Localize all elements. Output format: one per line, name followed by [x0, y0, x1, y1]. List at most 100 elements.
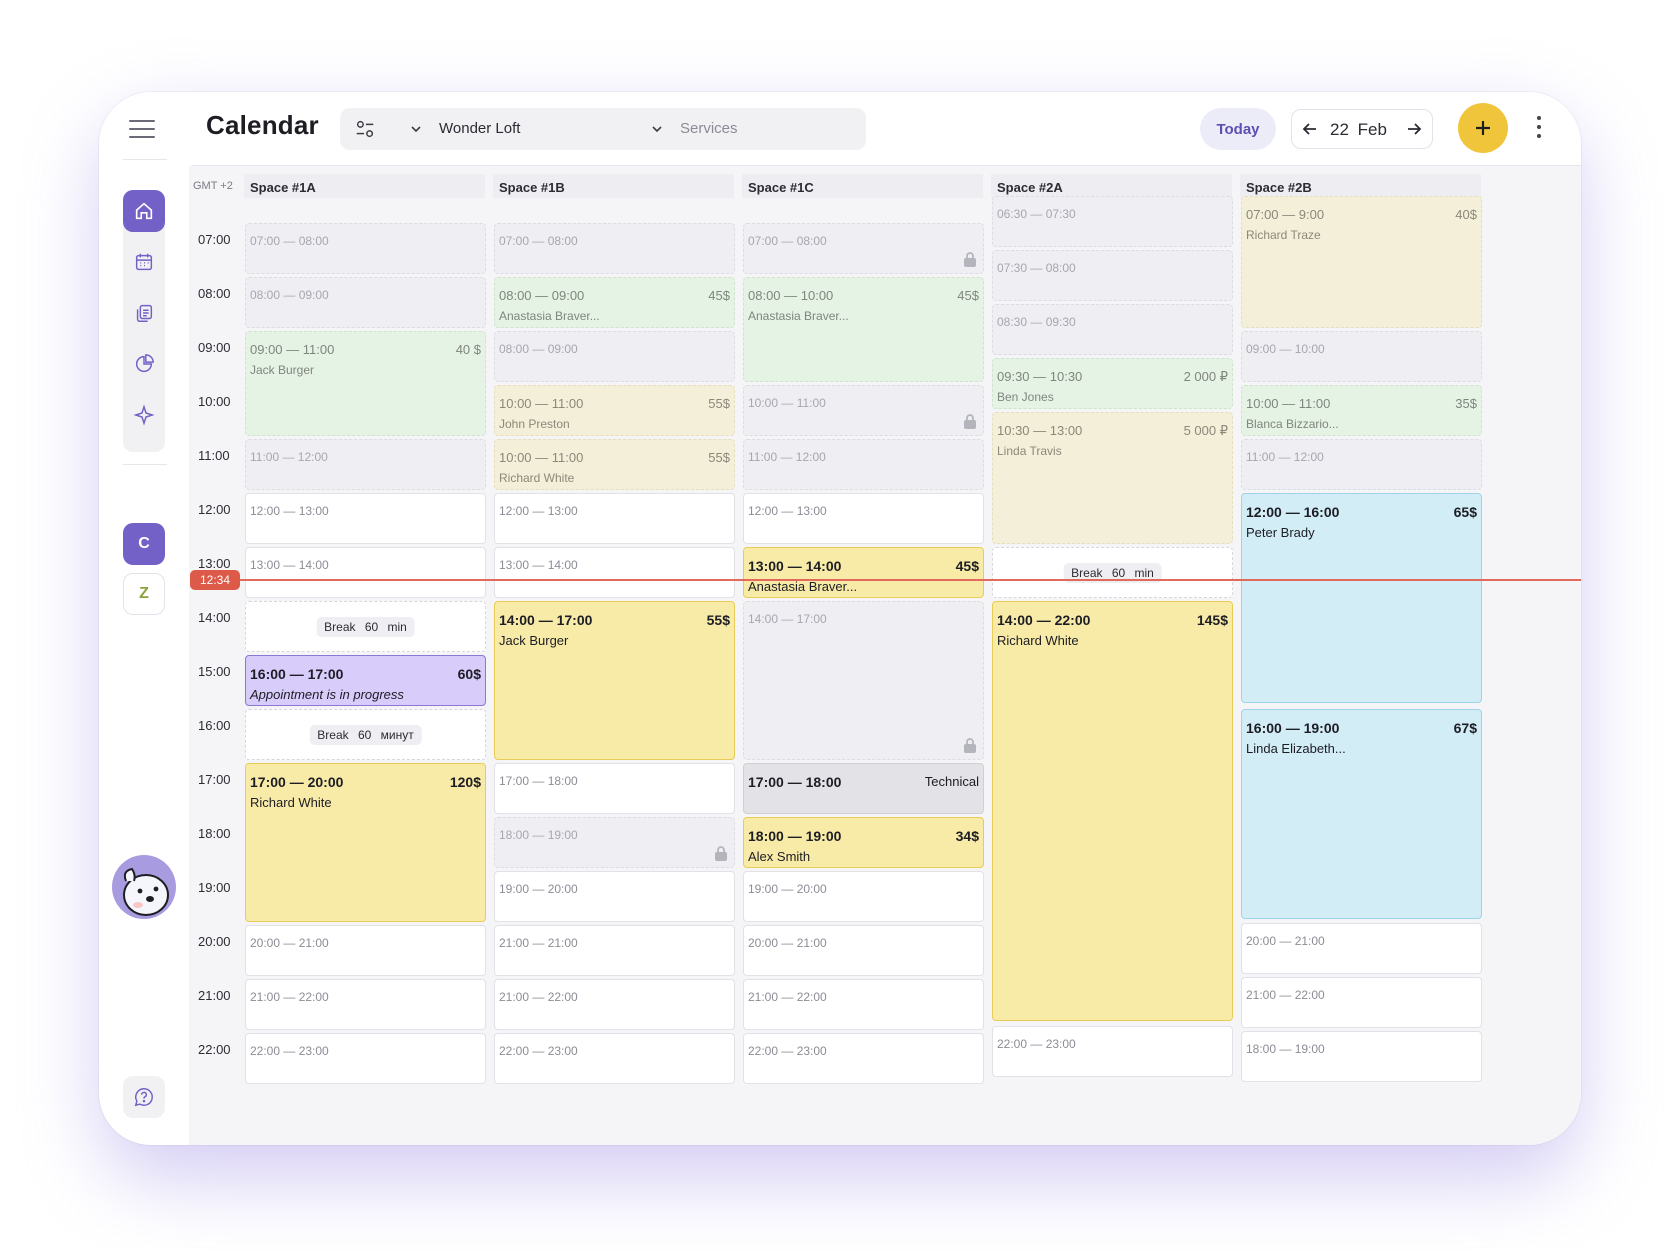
time-slot[interactable]: 07:00 — 08:00 [743, 223, 984, 274]
hour-label: 09:00 [198, 340, 231, 355]
time-slot[interactable]: 07:00 — 08:00 [494, 223, 735, 274]
time-slot[interactable]: 11:00 — 12:00 [1241, 439, 1482, 490]
time-slot[interactable]: 17:00 — 18:00 Technical [743, 763, 984, 814]
time-slot[interactable]: 06:30 — 07:30 [992, 196, 1233, 247]
menu-icon[interactable] [129, 120, 155, 142]
booking-card[interactable]: 14:00 — 17:00 55$ Jack Burger [494, 601, 735, 760]
booking-card[interactable]: 08:00 — 10:00 45$ Anastasia Braver... [743, 277, 984, 382]
slot-price: 45$ [708, 288, 730, 303]
booking-card[interactable]: 09:00 — 11:00 40 $ Jack Burger [245, 331, 486, 436]
time-slot[interactable]: 14:00 — 17:00 [743, 601, 984, 760]
booking-card[interactable]: 18:00 — 19:00 34$ Alex Smith [743, 817, 984, 868]
sparkle-icon[interactable] [123, 394, 165, 436]
hour-label: 22:00 [198, 1042, 231, 1057]
booking-card[interactable]: 12:00 — 16:00 65$ Peter Brady [1241, 493, 1482, 703]
booking-card[interactable]: 07:00 — 9:00 40$ Richard Traze [1241, 196, 1482, 328]
booking-card[interactable]: 10:00 — 11:00 55$ Richard White [494, 439, 735, 490]
time-slot[interactable]: 21:00 — 22:00 [1241, 977, 1482, 1028]
slot-client: Linda Travis [997, 444, 1062, 458]
time-slot[interactable]: 20:00 — 21:00 [245, 925, 486, 976]
time-slot[interactable]: 21:00 — 21:00 [494, 925, 735, 976]
booking-card[interactable]: 16:00 — 19:00 67$ Linda Elizabeth... [1241, 709, 1482, 919]
slot-client: Richard White [997, 633, 1079, 648]
chevron-down-icon[interactable] [409, 122, 423, 136]
arrow-left-icon[interactable] [1300, 119, 1320, 139]
break-slot[interactable]: Break 60 min [992, 547, 1233, 598]
workspace-c-button[interactable]: C [123, 523, 165, 565]
avatar[interactable] [112, 855, 176, 919]
booking-card[interactable]: 17:00 — 20:00 120$ Richard White [245, 763, 486, 922]
documents-icon[interactable] [123, 292, 165, 334]
time-slot[interactable]: 22:00 — 23:00 [245, 1033, 486, 1084]
time-slot[interactable]: 08:00 — 09:00 [494, 331, 735, 382]
time-slot[interactable]: 21:00 — 22:00 [245, 979, 486, 1030]
time-slot[interactable]: 20:00 — 21:00 [1241, 923, 1482, 974]
time-slot[interactable]: 13:00 — 14:00 [494, 547, 735, 598]
time-slot[interactable]: 19:00 — 20:00 [494, 871, 735, 922]
slot-time: 13:00 — 14:00 [748, 558, 842, 574]
break-slot[interactable]: Break 60 минут [245, 709, 486, 760]
booking-card[interactable]: 10:30 — 13:00 5 000 ₽ Linda Travis [992, 412, 1233, 544]
add-booking-button[interactable] [1458, 103, 1508, 153]
workspace-z-button[interactable]: Z [123, 573, 165, 615]
help-icon[interactable] [123, 1076, 165, 1118]
time-slot[interactable]: 09:00 — 10:00 [1241, 331, 1482, 382]
slot-price: Technical [924, 774, 979, 789]
booking-card[interactable]: 14:00 — 22:00 145$ Richard White [992, 601, 1233, 1021]
time-slot[interactable]: 08:30 — 09:30 [992, 304, 1233, 355]
today-button[interactable]: Today [1200, 108, 1276, 150]
time-slot[interactable]: 10:00 — 11:00 [743, 385, 984, 436]
arrow-right-icon[interactable] [1404, 119, 1424, 139]
time-slot[interactable]: 12:00 — 13:00 [494, 493, 735, 544]
booking-card[interactable]: 10:00 — 11:00 35$ Blanca Bizzario... [1241, 385, 1482, 436]
time-slot[interactable]: 22:00 — 23:00 [992, 1026, 1233, 1077]
slot-time: 14:00 — 17:00 [748, 612, 827, 626]
slot-price: 2 000 ₽ [1183, 369, 1228, 384]
time-slot[interactable]: 11:00 — 12:00 [245, 439, 486, 490]
slot-time: 10:30 — 13:00 [997, 423, 1083, 438]
time-slot[interactable]: 18:00 — 19:00 [494, 817, 735, 868]
time-slot[interactable]: 22:00 — 23:00 [743, 1033, 984, 1084]
location-select[interactable]: Wonder Loft [439, 120, 520, 137]
slot-time: 18:00 — 19:00 [1246, 1042, 1325, 1056]
slot-time: 11:00 — 12:00 [748, 450, 826, 464]
time-slot[interactable]: 21:00 — 22:00 [494, 979, 735, 1030]
break-slot[interactable]: Break 60 min [245, 601, 486, 652]
slot-price: 55$ [706, 612, 730, 628]
time-slot[interactable]: 07:00 — 08:00 [245, 223, 486, 274]
more-options-icon[interactable] [1536, 116, 1542, 142]
services-select[interactable]: Services [680, 120, 738, 137]
time-slot[interactable]: 07:30 — 08:00 [992, 250, 1233, 301]
time-slot[interactable]: 17:00 — 18:00 [494, 763, 735, 814]
slot-client: Richard White [499, 471, 575, 485]
time-slot[interactable]: 12:00 — 13:00 [743, 493, 984, 544]
booking-card[interactable]: 10:00 — 11:00 55$ John Preston [494, 385, 735, 436]
analytics-icon[interactable] [123, 343, 165, 385]
booking-card[interactable]: 13:00 — 14:00 45$ Anastasia Braver... [743, 547, 984, 598]
booking-card[interactable]: 16:00 — 17:00 60$ Appointment is in progre… [245, 655, 486, 706]
time-slot[interactable]: 08:00 — 09:00 [245, 277, 486, 328]
slot-time: 17:00 — 18:00 [748, 774, 842, 790]
time-slot[interactable]: 22:00 — 23:00 [494, 1033, 735, 1084]
time-slot[interactable]: 20:00 — 21:00 [743, 925, 984, 976]
time-slot[interactable]: 13:00 — 14:00 [245, 547, 486, 598]
booking-card[interactable]: 09:30 — 10:30 2 000 ₽ Ben Jones [992, 358, 1233, 409]
slot-time: 13:00 — 14:00 [250, 558, 329, 572]
slot-time: 14:00 — 22:00 [997, 612, 1091, 628]
time-slot[interactable]: 21:00 — 22:00 [743, 979, 984, 1030]
calendar-icon[interactable] [123, 241, 165, 283]
time-slot[interactable]: 18:00 — 19:00 [1241, 1031, 1482, 1082]
slot-price: 40 $ [455, 342, 481, 357]
time-slot[interactable]: 19:00 — 20:00 [743, 871, 984, 922]
slot-price: 60$ [457, 666, 481, 682]
filter-icon[interactable] [354, 118, 376, 140]
booking-card[interactable]: 08:00 — 09:00 45$ Anastasia Braver... [494, 277, 735, 328]
home-icon[interactable] [123, 190, 165, 232]
hour-label: 16:00 [198, 718, 231, 733]
time-slot[interactable]: 12:00 — 13:00 [245, 493, 486, 544]
time-slot[interactable]: 11:00 — 12:00 [743, 439, 984, 490]
hour-label: 18:00 [198, 826, 231, 841]
chevron-down-icon[interactable] [650, 122, 664, 136]
slot-time: 12:00 — 16:00 [1246, 504, 1340, 520]
lock-icon [963, 251, 977, 267]
